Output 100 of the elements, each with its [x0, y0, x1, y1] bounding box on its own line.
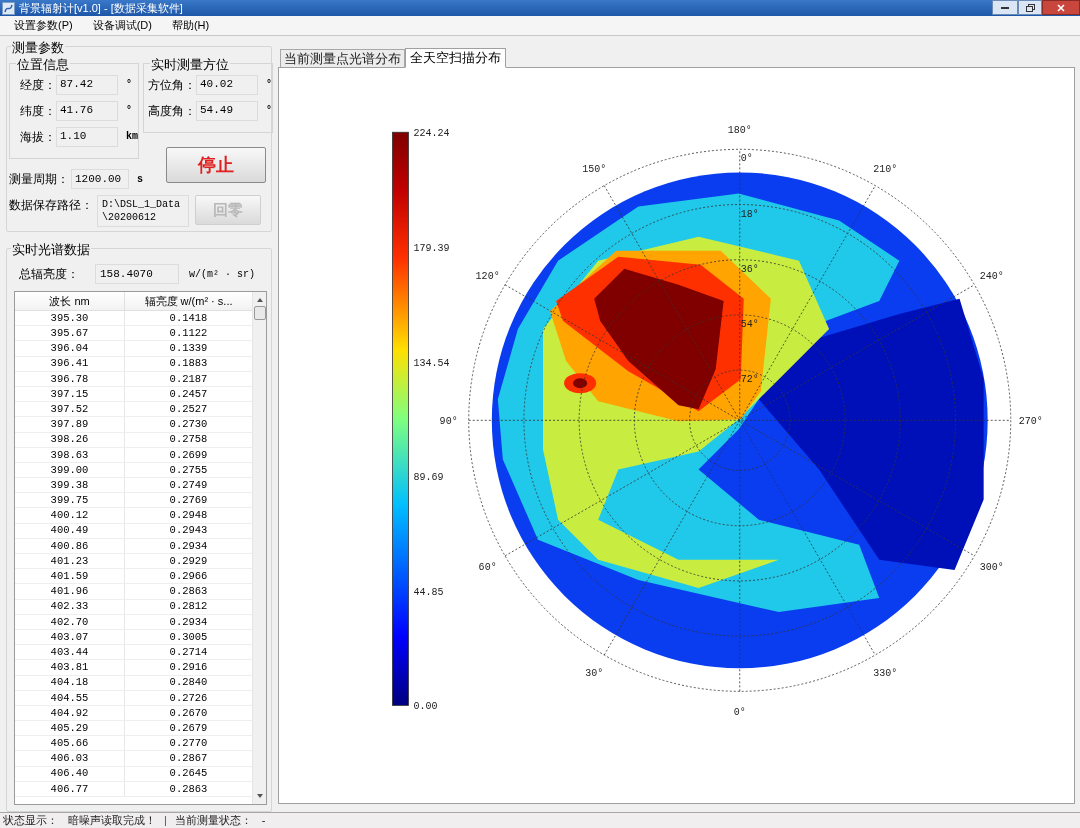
azimuth-label: 300°	[979, 562, 1004, 574]
elevation-label: 36°	[740, 264, 759, 275]
field-label: 方位角：	[147, 76, 196, 94]
text-field[interactable]: 87.42	[56, 74, 118, 95]
table-cell: 401.23	[15, 554, 125, 569]
azimuth-label: 150°	[582, 164, 607, 176]
table-cell: 399.00	[15, 462, 125, 478]
text-field[interactable]: 40.02	[196, 74, 258, 95]
table-cell-text: 0.2916	[168, 660, 209, 675]
table-cell-text: 0.2726	[168, 690, 209, 705]
unit-label: °	[126, 78, 132, 92]
table-cell-text: 0.2770	[168, 736, 209, 751]
table-cell-text: 0.2527	[168, 402, 209, 417]
colorbar-label: 44.85	[413, 587, 444, 598]
field-label: 纬度：	[19, 102, 56, 120]
text-field[interactable]: 1200.00	[71, 169, 129, 189]
azimuth-label: 0°	[733, 707, 746, 719]
close-button[interactable]	[1042, 0, 1080, 15]
unit-label: w/(m² · sr)	[189, 267, 255, 282]
table-cell-text: 0.2863	[168, 584, 209, 599]
table-cell-text: 0.1122	[168, 326, 209, 341]
separator: |	[164, 813, 167, 828]
table-cell: 404.92	[15, 705, 125, 721]
unit-label: km	[126, 130, 138, 144]
button[interactable]: 停止	[166, 147, 266, 183]
table-cell-text: 0.1883	[168, 356, 209, 371]
table-cell: 403.07	[15, 629, 125, 645]
table-cell: 395.67	[15, 326, 125, 341]
table-cell: 405.29	[15, 721, 125, 736]
scroll-down-icon[interactable]	[256, 794, 263, 798]
table-cell: 400.49	[15, 523, 125, 538]
table-cell: 405.66	[15, 736, 125, 751]
table-cell-text: 0.2812	[168, 599, 209, 614]
colorbar-label: 179.39	[413, 243, 450, 255]
table-cell: 406.40	[15, 766, 125, 781]
table-cell-text: 0.1339	[168, 341, 209, 356]
table-cell-text: 0.2867	[168, 751, 209, 766]
table-cell: 396.41	[15, 356, 125, 371]
azimuth-label: 30°	[585, 668, 604, 680]
azimuth-label: 120°	[475, 271, 500, 283]
field-label: 数据保存路径：	[9, 197, 93, 214]
minimize-button[interactable]	[992, 0, 1018, 15]
table-cell: 395.30	[15, 311, 125, 326]
table-cell: 396.04	[15, 341, 125, 356]
text-field[interactable]: 41.76	[56, 100, 118, 121]
table-cell-text: 0.1418	[168, 311, 209, 326]
table-cell: 399.75	[15, 493, 125, 508]
table-cell-text: 0.2758	[168, 432, 209, 447]
table-cell-text: 0.2840	[168, 675, 209, 690]
table-cell-text: 0.2730	[168, 417, 209, 432]
status-text: 暗噪声读取完成！	[68, 813, 156, 828]
table-cell: 406.77	[15, 781, 125, 796]
scroll-up-icon[interactable]	[256, 298, 263, 302]
table-cell-text: 0.2714	[168, 645, 209, 660]
table-cell: 403.81	[15, 660, 125, 675]
colorbar-label: 0.00	[413, 701, 438, 713]
tab[interactable]: 当前测量点光谱分布	[280, 49, 405, 68]
status-text: 状态显示：	[3, 813, 58, 828]
restore-icon	[1025, 3, 1035, 12]
table-cell-text: 0.3005	[168, 629, 209, 645]
table-cell-text: 0.2863	[168, 781, 209, 796]
table-cell: 400.12	[15, 508, 125, 523]
column-header[interactable]: 波长 nm	[15, 292, 125, 310]
scrollbar[interactable]	[252, 292, 266, 804]
restore-button[interactable]	[1018, 0, 1042, 15]
table-cell-text: 0.2966	[168, 569, 209, 584]
table-cell: 402.70	[15, 614, 125, 629]
field-label: 高度角：	[147, 102, 196, 120]
elevation-label: 54°	[740, 319, 759, 331]
table-cell: 398.63	[15, 447, 125, 462]
azimuth-label: 210°	[873, 164, 898, 176]
colorbar-label: 89.69	[413, 472, 444, 484]
table-cell-text: 0.2749	[168, 478, 209, 493]
table-cell: 401.59	[15, 569, 125, 584]
colorbar-label: 134.54	[413, 357, 450, 369]
column-header[interactable]: 辐亮度 w/(m² · s...	[125, 292, 252, 310]
text-field[interactable]: 54.49	[196, 100, 258, 121]
text-field[interactable]: 1.10	[56, 126, 118, 147]
menu-item[interactable]: 设备调试(D)	[88, 17, 156, 34]
scrollbar-thumb[interactable]	[253, 306, 266, 320]
table-cell: 398.26	[15, 432, 125, 447]
table-cell-text: 0.2645	[168, 766, 209, 781]
close-icon	[1057, 3, 1065, 12]
elevation-label: 18°	[740, 208, 759, 220]
text-field[interactable]: 158.4070	[95, 264, 179, 284]
table-cell-text: 0.2670	[168, 705, 209, 721]
menu-item[interactable]: 帮助(H)	[167, 17, 214, 34]
text-field[interactable]: D:\DSL_1_Data\20200612	[97, 195, 189, 227]
menu-item[interactable]: 设置参数(P)	[10, 17, 77, 34]
elevation-label: 72°	[740, 374, 759, 386]
status-text: 当前测量状态：	[174, 813, 252, 828]
table-cell: 396.78	[15, 371, 125, 386]
table-cell: 400.86	[15, 538, 125, 553]
status-text: -	[261, 813, 266, 828]
table-cell-text: 0.2187	[168, 371, 209, 386]
tab[interactable]: 全天空扫描分布	[405, 48, 506, 69]
table-cell-text: 0.2699	[168, 447, 209, 462]
table-cell-text: 0.2934	[168, 538, 209, 553]
field-label: 经度：	[19, 76, 56, 94]
table-cell: 397.89	[15, 417, 125, 432]
